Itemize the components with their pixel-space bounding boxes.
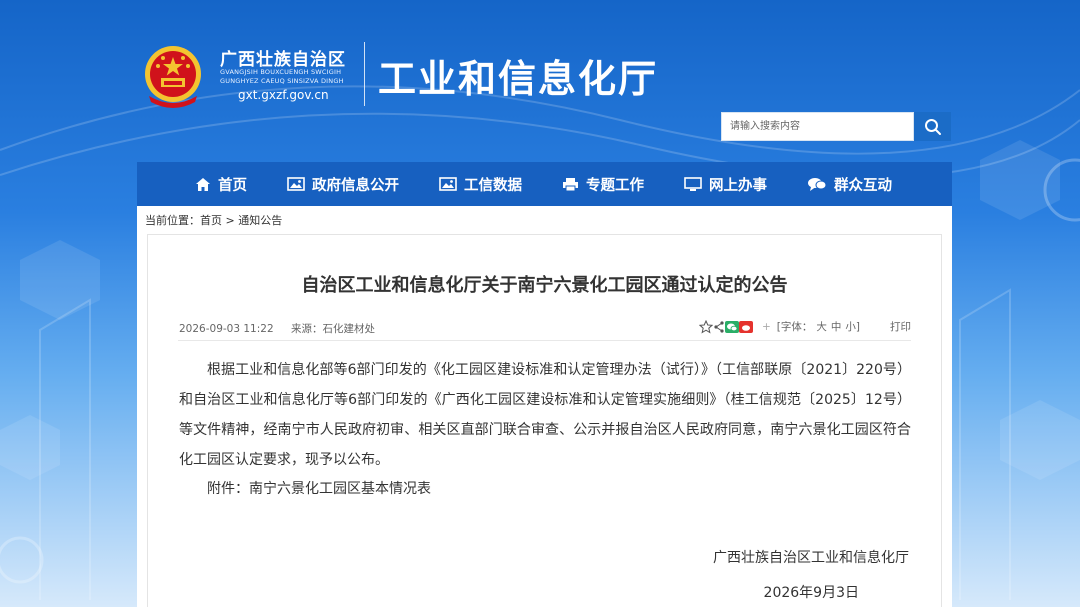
article-title: 自治区工业和信息化厅关于南宁六景化工园区通过认定的公告	[301, 275, 788, 296]
star-icon[interactable]	[698, 319, 713, 334]
article-meta: 2026-09-03 11:22 来源：石化建材处	[179, 321, 375, 336]
nav-label: 专题工作	[586, 177, 644, 194]
nav-item-home[interactable]: 首页	[195, 174, 247, 195]
meta-divider	[178, 340, 911, 341]
article-body: 根据工业和信息化部等6部门印发的《化工园区建设标准和认定管理办法（试行）》（工信…	[179, 362, 911, 468]
search-icon	[924, 118, 941, 135]
weibo-icon[interactable]	[738, 320, 753, 334]
home-icon	[196, 177, 210, 191]
print-button[interactable]: 打印	[890, 319, 911, 334]
signature-date: 2026年9月3日	[763, 585, 859, 601]
share-icon[interactable]	[713, 320, 725, 334]
font-small-button[interactable]: 小]	[845, 319, 860, 334]
department-title: 工业和信息化厅	[378, 56, 659, 101]
nav-item-data[interactable]: 工信数据	[439, 174, 522, 195]
header-divider	[364, 42, 365, 106]
search-button[interactable]	[914, 112, 951, 141]
breadcrumb-home[interactable]: 首页	[200, 214, 222, 227]
article-attachment[interactable]: 附件：南宁六景化工园区基本情况表	[207, 478, 431, 498]
site-url: gxt.gxzf.gov.cn	[238, 88, 329, 102]
signature-org: 广西壮族自治区工业和信息化厅	[713, 550, 909, 566]
picture-icon	[287, 177, 305, 191]
region-name: 广西壮族自治区	[220, 50, 346, 70]
share-more-plus[interactable]: +	[762, 321, 771, 333]
printer-icon	[563, 177, 578, 191]
publish-datetime: 2026-09-03 11:22	[179, 323, 274, 335]
site-header: 广西壮族自治区 GVANGJSIH BOUXCUENGH SWCIGIH GUN…	[0, 0, 1080, 162]
nav-item-special-work[interactable]: 专题工作	[562, 174, 644, 195]
region-name-zhuang: GVANGJSIH BOUXCUENGH SWCIGIH GUNGHYEZ CA…	[220, 68, 344, 85]
nav-label: 政府信息公开	[312, 177, 399, 194]
content-panel: 当前位置：首页 > 通知公告 自治区工业和信息化厅关于南宁六景化工园区通过认定的…	[137, 206, 952, 607]
main-nav: 首页 政府信息公开 工信数据 专题工作 网上办事 群众互动	[137, 162, 952, 206]
picture-icon	[439, 177, 457, 191]
search-input[interactable]	[721, 112, 914, 141]
article: 自治区工业和信息化厅关于南宁六景化工园区通过认定的公告 2026-09-03 1…	[147, 234, 942, 607]
nav-item-online-service[interactable]: 网上办事	[684, 174, 767, 195]
article-source: 来源：石化建材处	[290, 323, 375, 335]
share-buttons	[698, 319, 753, 334]
nav-label: 工信数据	[464, 177, 522, 194]
nav-item-interaction[interactable]: 群众互动	[807, 174, 892, 195]
font-medium-button[interactable]: 中	[831, 319, 842, 334]
wechat-icon[interactable]	[724, 320, 739, 334]
nav-label: 首页	[218, 177, 247, 194]
chat-icon	[808, 177, 827, 191]
nav-item-gov-info[interactable]: 政府信息公开	[287, 174, 399, 195]
article-tools: + [字体： 大 中 小] 打印	[698, 319, 911, 334]
breadcrumb-current[interactable]: 通知公告	[238, 214, 282, 227]
monitor-icon	[684, 176, 702, 191]
breadcrumb: 当前位置：首页 > 通知公告	[145, 214, 283, 227]
font-large-button[interactable]: 大	[816, 319, 827, 334]
nav-label: 网上办事	[709, 177, 767, 194]
nav-label: 群众互动	[834, 177, 892, 194]
national-emblem-icon	[145, 46, 201, 108]
